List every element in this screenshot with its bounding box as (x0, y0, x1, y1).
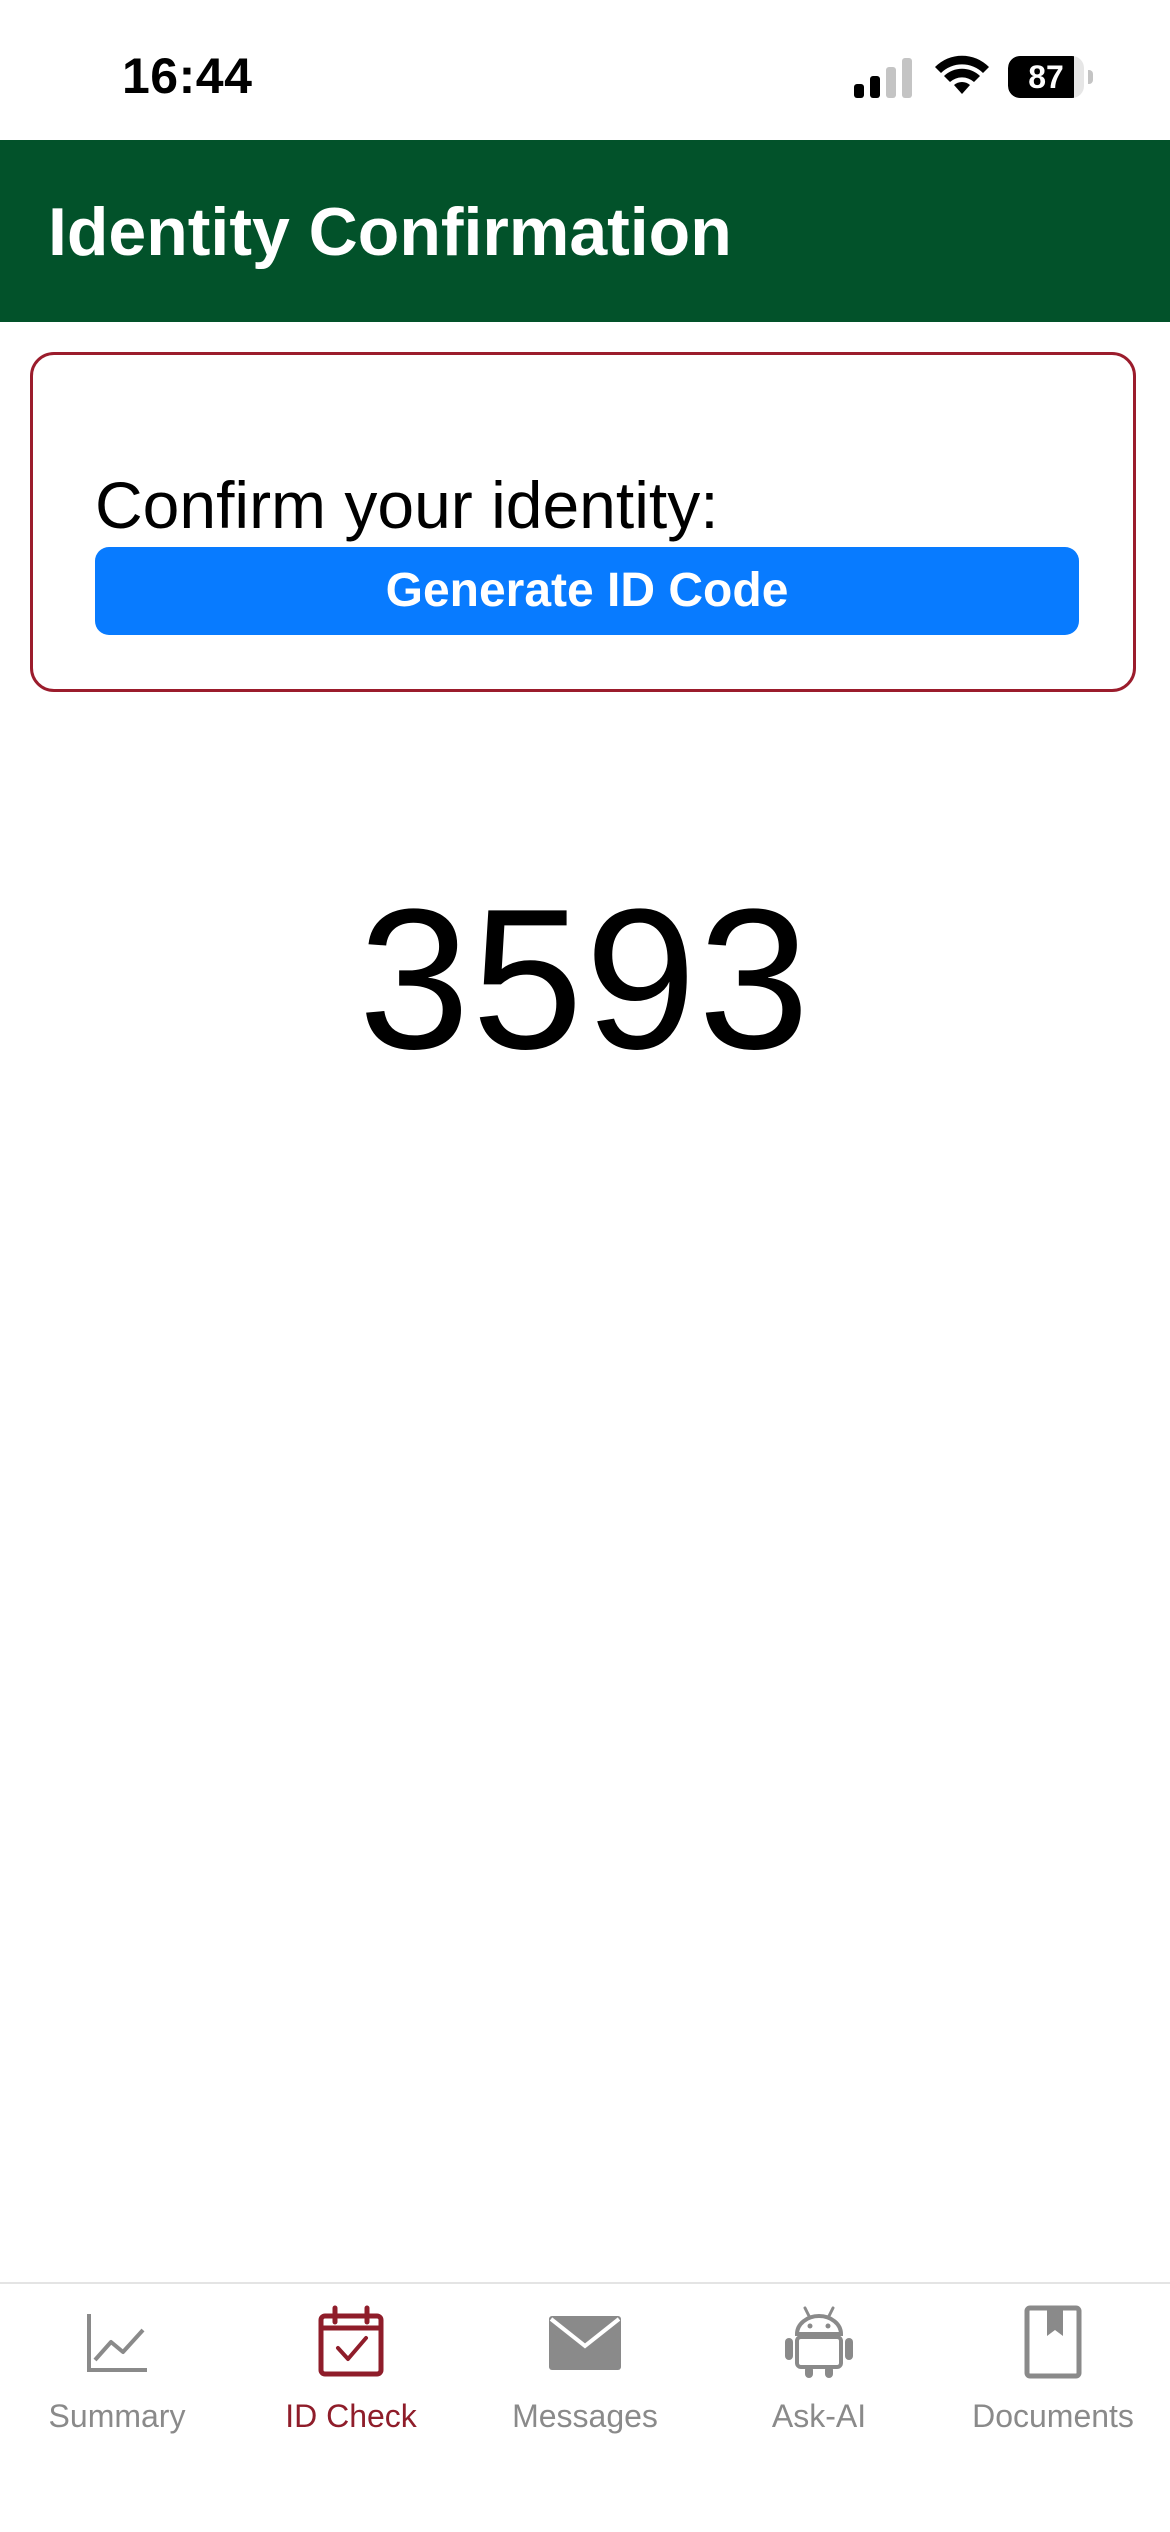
status-bar: 16:44 87 (0, 0, 1170, 140)
tab-id-check[interactable]: ID Check (234, 2284, 468, 2464)
generate-id-code-button[interactable]: Generate ID Code (95, 547, 1079, 635)
calendar-check-icon (318, 2305, 384, 2377)
tab-summary[interactable]: Summary (0, 2284, 234, 2464)
envelope-icon (549, 2316, 621, 2370)
android-robot-icon (785, 2306, 853, 2378)
tab-messages[interactable]: Messages (468, 2284, 702, 2464)
screen: 16:44 87 Identity Confirmation Confirm y… (0, 0, 1170, 2532)
app-header: Identity Confirmation (0, 140, 1170, 322)
chart-line-icon (87, 2314, 147, 2372)
tab-label-id-check: ID Check (285, 2398, 417, 2434)
tab-label-messages: Messages (512, 2398, 658, 2434)
id-code-display: 3593 (358, 868, 812, 1091)
status-time: 16:44 (122, 48, 253, 104)
bookmark-book-icon (1024, 2305, 1082, 2379)
battery-indicator: 87 (1008, 56, 1093, 98)
page-title: Identity Confirmation (48, 194, 732, 270)
battery-percent: 87 (1028, 59, 1064, 95)
cellular-signal-icon (854, 58, 912, 98)
confirm-identity-prompt: Confirm your identity: (95, 468, 719, 542)
tab-bar: Summary ID Check Messages Ask-AI Documen… (0, 2282, 1170, 2532)
tab-label-documents: Documents (972, 2398, 1134, 2434)
identity-card: Confirm your identity: Generate ID Code (30, 352, 1136, 692)
battery-body: 87 (1008, 56, 1084, 98)
tab-ask-ai[interactable]: Ask-AI (702, 2284, 936, 2464)
tab-label-ask-ai: Ask-AI (771, 2398, 867, 2434)
battery-tip (1088, 70, 1093, 84)
tab-label-summary: Summary (48, 2398, 186, 2434)
tab-documents[interactable]: Documents (936, 2284, 1170, 2464)
wifi-icon (935, 55, 989, 94)
